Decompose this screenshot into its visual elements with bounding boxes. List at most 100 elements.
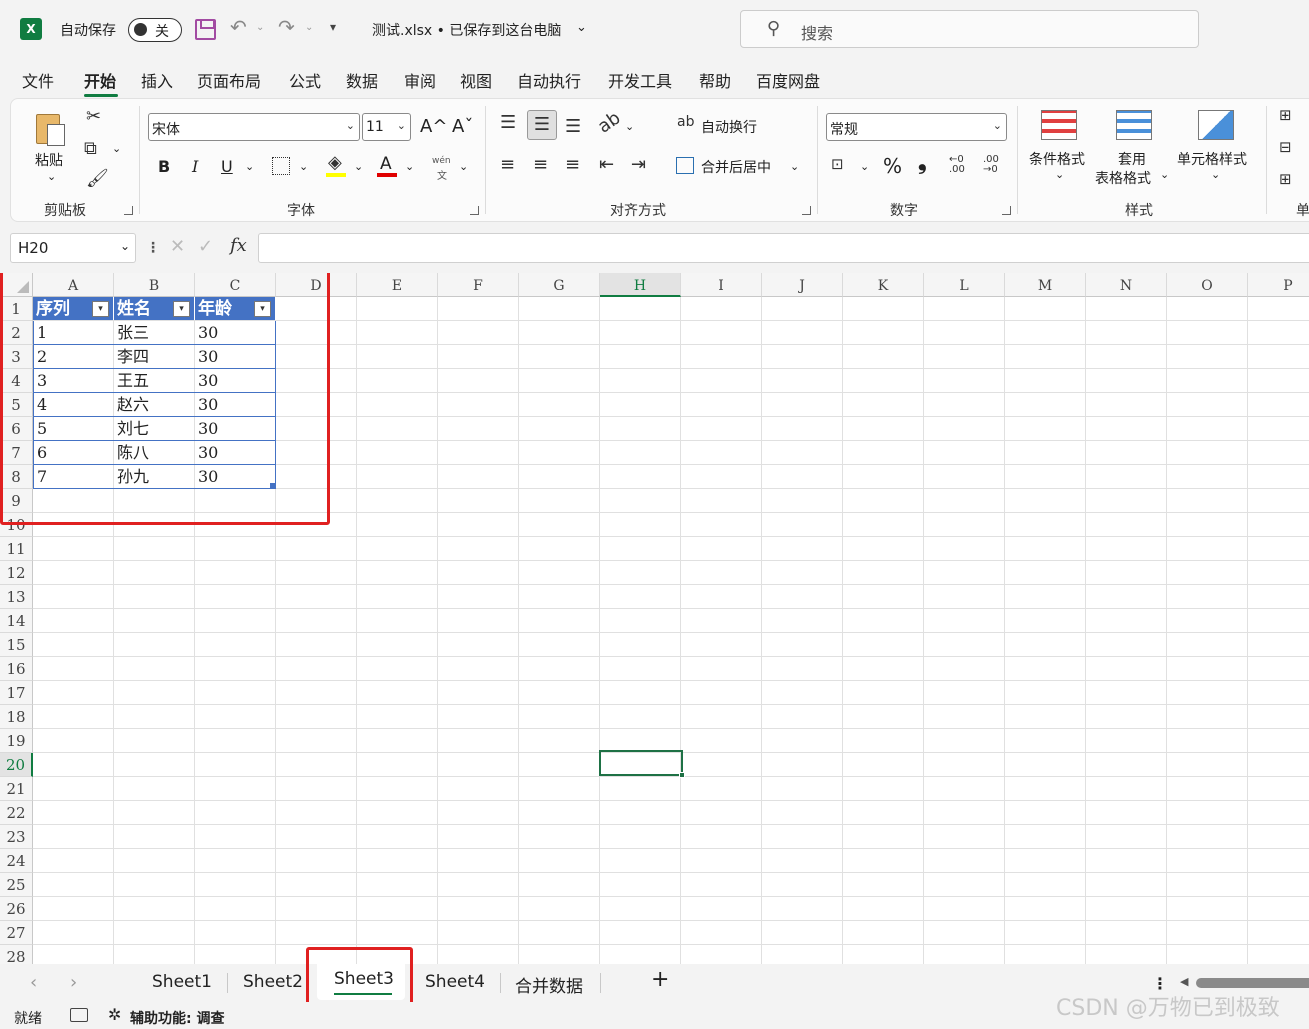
row-header-12[interactable]: 12 [0,561,33,585]
scroll-tabs-right-icon[interactable]: › [70,972,77,993]
accessibility-status[interactable]: 辅助功能: 调查 [130,1008,224,1028]
cut-icon[interactable]: ✂ [86,106,101,127]
tab-help[interactable]: 帮助 [699,68,731,92]
paste-icon[interactable] [36,110,66,146]
cell-styles-icon[interactable] [1198,110,1234,140]
undo-icon[interactable]: ↶ [230,15,247,39]
font-size-select[interactable]: 11 ⌄ [362,113,411,141]
row-header-23[interactable]: 23 [0,825,33,849]
underline-dropdown-icon[interactable]: ⌄ [245,160,254,173]
sheet-tab[interactable]: 合并数据 [515,972,583,997]
clipboard-launcher-icon[interactable] [124,206,133,215]
accounting-format-icon[interactable]: ⊡ [831,155,844,173]
font-color-dropdown-icon[interactable]: ⌄ [405,160,414,173]
conditional-formatting-icon[interactable] [1041,110,1077,140]
row-header-19[interactable]: 19 [0,729,33,753]
row-header-14[interactable]: 14 [0,609,33,633]
column-header-f[interactable]: F [438,273,519,297]
comma-style-button[interactable]: ❟ [918,150,927,175]
merge-center-button[interactable]: 合并后居中 [701,157,771,177]
sheet-tab[interactable]: Sheet4 [425,972,485,992]
orientation-dropdown-icon[interactable]: ⌄ [625,120,634,133]
fill-color-dropdown-icon[interactable]: ⌄ [354,160,363,173]
row-header-24[interactable]: 24 [0,849,33,873]
increase-decimal-icon[interactable]: ←0.00 [949,155,965,175]
delete-cells-icon[interactable]: ⊟ [1279,138,1292,156]
enter-icon[interactable]: ✓ [198,236,213,257]
number-format-select[interactable]: 常规 ⌄ [826,113,1007,141]
insert-function-icon[interactable]: fx [230,235,247,256]
align-middle-icon[interactable]: ☰ [527,110,557,140]
tab-developer[interactable]: 开发工具 [608,68,672,92]
font-launcher-icon[interactable] [470,206,479,215]
merge-dropdown-icon[interactable]: ⌄ [790,160,799,173]
row-header-17[interactable]: 17 [0,681,33,705]
column-header-k[interactable]: K [843,273,924,297]
tab-formulas[interactable]: 公式 [289,68,321,92]
wrap-text-icon[interactable]: ab [677,114,694,130]
sheet-tab[interactable]: Sheet1 [152,972,212,992]
increase-indent-icon[interactable]: ⇥ [631,154,646,175]
add-sheet-button[interactable]: + [651,967,669,992]
formula-input[interactable] [258,233,1309,263]
copy-dropdown-icon[interactable]: ⌄ [112,142,121,155]
scroll-tabs-left-icon[interactable]: ‹ [30,972,37,993]
align-center-icon[interactable]: ≡ [533,154,548,175]
redo-dropdown-icon[interactable]: ⌄ [305,22,313,33]
format-as-table-icon[interactable] [1116,110,1152,140]
tab-home[interactable]: 开始 [84,68,116,92]
wrap-text-button[interactable]: 自动换行 [701,117,757,137]
tab-page-layout[interactable]: 页面布局 [197,68,261,92]
column-header-j[interactable]: J [762,273,843,297]
phonetic-dropdown-icon[interactable]: ⌄ [459,160,468,173]
row-header-16[interactable]: 16 [0,657,33,681]
conditional-dropdown-icon[interactable]: ⌄ [1055,168,1064,181]
search-box[interactable]: ⚲ 搜索 [740,10,1199,48]
autosave-toggle[interactable]: 关 [128,18,182,42]
macro-record-icon[interactable] [70,1008,88,1022]
tab-file[interactable]: 文件 [22,68,54,92]
accounting-dropdown-icon[interactable]: ⌄ [860,160,869,173]
decrease-indent-icon[interactable]: ⇤ [599,154,614,175]
horizontal-scrollbar-thumb[interactable] [1196,978,1309,988]
align-left-icon[interactable]: ≡ [500,154,515,175]
font-name-select[interactable]: 宋体 ⌄ [148,113,360,141]
merge-center-icon[interactable] [676,157,694,174]
paste-dropdown-icon[interactable]: ⌄ [47,170,56,183]
column-header-g[interactable]: G [519,273,600,297]
decrease-font-icon[interactable]: Aˇ [452,116,473,137]
format-cells-icon[interactable]: ⊞ [1279,170,1292,188]
insert-cells-icon[interactable]: ⊞ [1279,106,1292,124]
column-header-i[interactable]: I [681,273,762,297]
copy-icon[interactable]: ⧉ [84,138,97,159]
row-header-26[interactable]: 26 [0,897,33,921]
row-header-18[interactable]: 18 [0,705,33,729]
cell-styles-button[interactable]: 单元格样式 [1177,149,1247,169]
row-header-20[interactable]: 20 [0,753,33,777]
column-header-o[interactable]: O [1167,273,1248,297]
column-header-l[interactable]: L [924,273,1005,297]
tab-data[interactable]: 数据 [346,68,378,92]
align-right-icon[interactable]: ≡ [565,154,580,175]
active-cell-selection[interactable] [599,750,685,778]
format-table-dropdown-icon[interactable]: ⌄ [1160,168,1169,181]
tab-view[interactable]: 视图 [460,68,492,92]
name-box[interactable]: H20 ⌄ [10,233,136,263]
cancel-icon[interactable]: ✕ [170,236,185,257]
column-header-h[interactable]: H [600,273,681,297]
sheet-tab[interactable]: Sheet2 [243,972,303,992]
accessibility-icon[interactable]: ✲ [108,1005,121,1024]
row-header-27[interactable]: 27 [0,921,33,945]
format-as-table-line2[interactable]: 表格格式 [1095,168,1151,188]
fill-color-icon[interactable]: ◈ [328,152,342,173]
scroll-left-arrow-icon[interactable]: ◀ [1180,975,1188,988]
tab-automate[interactable]: 自动执行 [517,68,581,92]
customize-quick-access-icon[interactable]: ▾ [330,20,336,34]
undo-dropdown-icon[interactable]: ⌄ [256,22,264,33]
increase-font-icon[interactable]: A^ [420,116,447,137]
worksheet-grid[interactable]: ABCDEFGHIJKLMNOP 1 2 3 4 5 6 7 8 9 10 11 12 13 14 15 16… [0,273,1309,964]
tab-baidu-netdisk[interactable]: 百度网盘 [756,68,820,92]
borders-dropdown-icon[interactable]: ⌄ [299,160,308,173]
column-header-e[interactable]: E [357,273,438,297]
number-launcher-icon[interactable] [1002,206,1011,215]
